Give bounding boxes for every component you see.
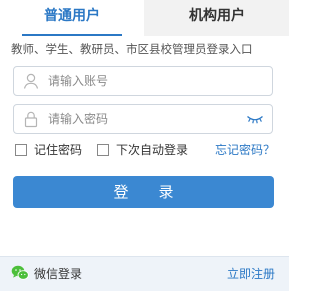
- login-subtitle: 教师、学生、教研员、市区县校管理员登录入口: [11, 42, 253, 56]
- tab-org-user[interactable]: 机构用户: [145, 0, 289, 36]
- remember-password-label[interactable]: 记住密码: [34, 142, 82, 158]
- eye-closed-icon[interactable]: [246, 113, 264, 125]
- tab-common-user[interactable]: 普通用户: [0, 0, 144, 36]
- wechat-icon[interactable]: [11, 265, 29, 281]
- password-input[interactable]: [48, 105, 248, 133]
- wechat-login-link[interactable]: 微信登录: [34, 265, 82, 282]
- footer-bar: 微信登录 立即注册: [0, 256, 289, 291]
- user-icon: [23, 73, 39, 89]
- auto-login-label[interactable]: 下次自动登录: [116, 142, 188, 158]
- lock-icon: [24, 111, 38, 128]
- register-link[interactable]: 立即注册: [227, 265, 275, 282]
- login-tabs: 普通用户 机构用户: [0, 0, 289, 36]
- forgot-password-link[interactable]: 忘记密码？: [215, 142, 275, 158]
- username-input[interactable]: [48, 67, 248, 95]
- remember-password-checkbox[interactable]: [15, 144, 27, 156]
- username-field[interactable]: [13, 66, 273, 96]
- login-button[interactable]: 登录: [13, 176, 274, 208]
- auto-login-checkbox[interactable]: [97, 144, 109, 156]
- login-options: 记住密码 下次自动登录 忘记密码？: [13, 142, 275, 160]
- password-field[interactable]: [13, 104, 273, 134]
